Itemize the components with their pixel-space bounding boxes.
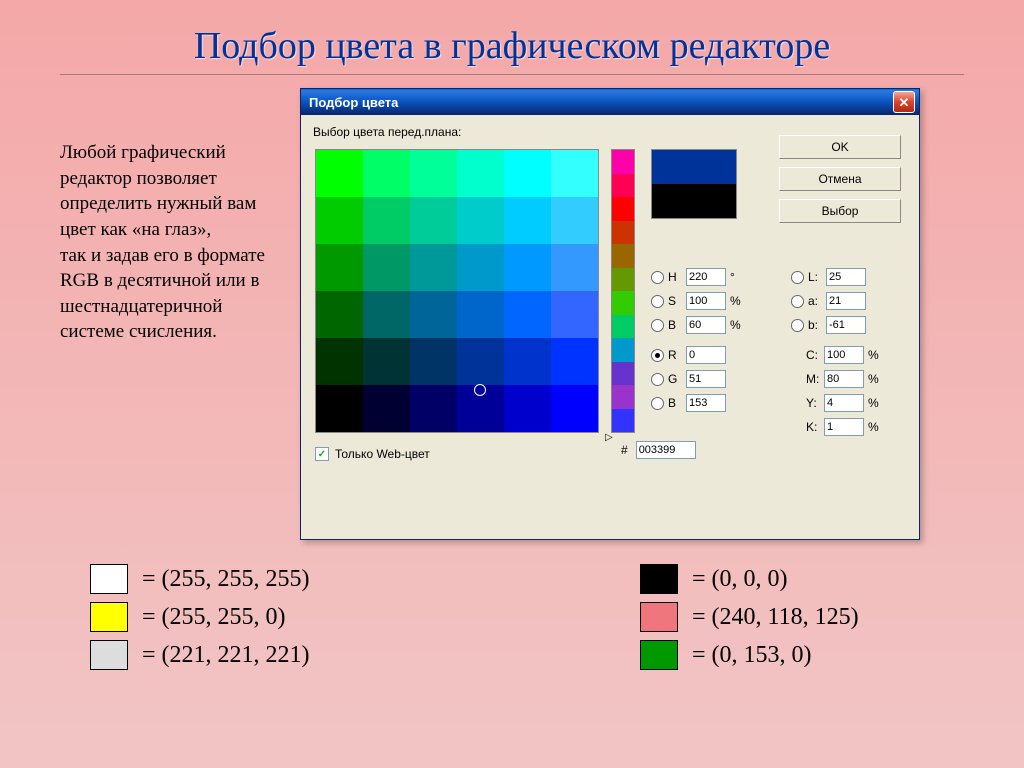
radio-g[interactable] bbox=[651, 373, 664, 386]
swatch bbox=[90, 640, 128, 670]
example-row: = (255, 255, 255) bbox=[90, 560, 310, 598]
radio-l[interactable] bbox=[791, 271, 804, 284]
ok-button[interactable]: OK bbox=[779, 135, 901, 159]
l-input[interactable]: 25 bbox=[826, 268, 866, 286]
swatch bbox=[640, 602, 678, 632]
slide-paragraph: Любой графический редактор позволяет опр… bbox=[60, 140, 280, 345]
pick-button[interactable]: Выбор bbox=[779, 199, 901, 223]
example-row: = (0, 0, 0) bbox=[640, 560, 859, 598]
preview-old bbox=[652, 184, 736, 218]
radio-bl[interactable] bbox=[651, 397, 664, 410]
example-row: = (0, 153, 0) bbox=[640, 636, 859, 674]
color-preview bbox=[651, 149, 737, 219]
slide-title: Подбор цвета в графическом редакторе bbox=[0, 0, 1024, 68]
y-input[interactable]: 4 bbox=[824, 394, 864, 412]
m-input[interactable]: 80 bbox=[824, 370, 864, 388]
a-input[interactable]: 21 bbox=[826, 292, 866, 310]
bl-input[interactable]: 153 bbox=[686, 394, 726, 412]
h-input[interactable]: 220 bbox=[686, 268, 726, 286]
preview-new bbox=[652, 150, 736, 184]
example-row: = (240, 118, 125) bbox=[640, 598, 859, 636]
swatch bbox=[640, 640, 678, 670]
example-row: = (221, 221, 221) bbox=[90, 636, 310, 674]
b-input[interactable]: 60 bbox=[686, 316, 726, 334]
swatch bbox=[640, 564, 678, 594]
close-icon[interactable]: ✕ bbox=[893, 91, 915, 113]
radio-h[interactable] bbox=[651, 271, 664, 284]
web-only-row: ✓ Только Web-цвет bbox=[315, 447, 430, 461]
swatch bbox=[90, 564, 128, 594]
r-input[interactable]: 0 bbox=[686, 346, 726, 364]
selection-ring-icon bbox=[474, 384, 486, 396]
radio-a[interactable] bbox=[791, 295, 804, 308]
web-only-checkbox[interactable]: ✓ bbox=[315, 447, 329, 461]
numeric-fields: H220° S100% B60% R0 G51 B153 L:25 a:21 b… bbox=[651, 265, 911, 415]
lab-b-input[interactable]: -61 bbox=[826, 316, 866, 334]
cancel-button[interactable]: Отмена bbox=[779, 167, 901, 191]
title-underline bbox=[60, 74, 964, 75]
hash-icon: # bbox=[621, 443, 628, 457]
k-input[interactable]: 1 bbox=[824, 418, 864, 436]
swatch bbox=[90, 602, 128, 632]
radio-s[interactable] bbox=[651, 295, 664, 308]
radio-lab-b[interactable] bbox=[791, 319, 804, 332]
example-row: = (255, 255, 0) bbox=[90, 598, 310, 636]
dialog-body: Выбор цвета перед.плана: ▷ OK Отмена bbox=[301, 115, 919, 539]
dialog-title: Подбор цвета bbox=[309, 95, 398, 110]
hue-pointer-icon: ▷ bbox=[605, 432, 613, 443]
color-palette[interactable] bbox=[315, 149, 599, 433]
hex-row: # 003399 bbox=[621, 441, 700, 459]
title-bar[interactable]: Подбор цвета ✕ bbox=[301, 89, 919, 115]
g-input[interactable]: 51 bbox=[686, 370, 726, 388]
web-only-label: Только Web-цвет bbox=[335, 447, 430, 461]
s-input[interactable]: 100 bbox=[686, 292, 726, 310]
c-input[interactable]: 100 bbox=[824, 346, 864, 364]
hex-input[interactable]: 003399 bbox=[636, 441, 696, 459]
radio-b[interactable] bbox=[651, 319, 664, 332]
radio-r[interactable] bbox=[651, 349, 664, 362]
color-picker-dialog: Подбор цвета ✕ Выбор цвета перед.плана: … bbox=[300, 88, 920, 540]
hue-strip[interactable] bbox=[611, 149, 635, 433]
